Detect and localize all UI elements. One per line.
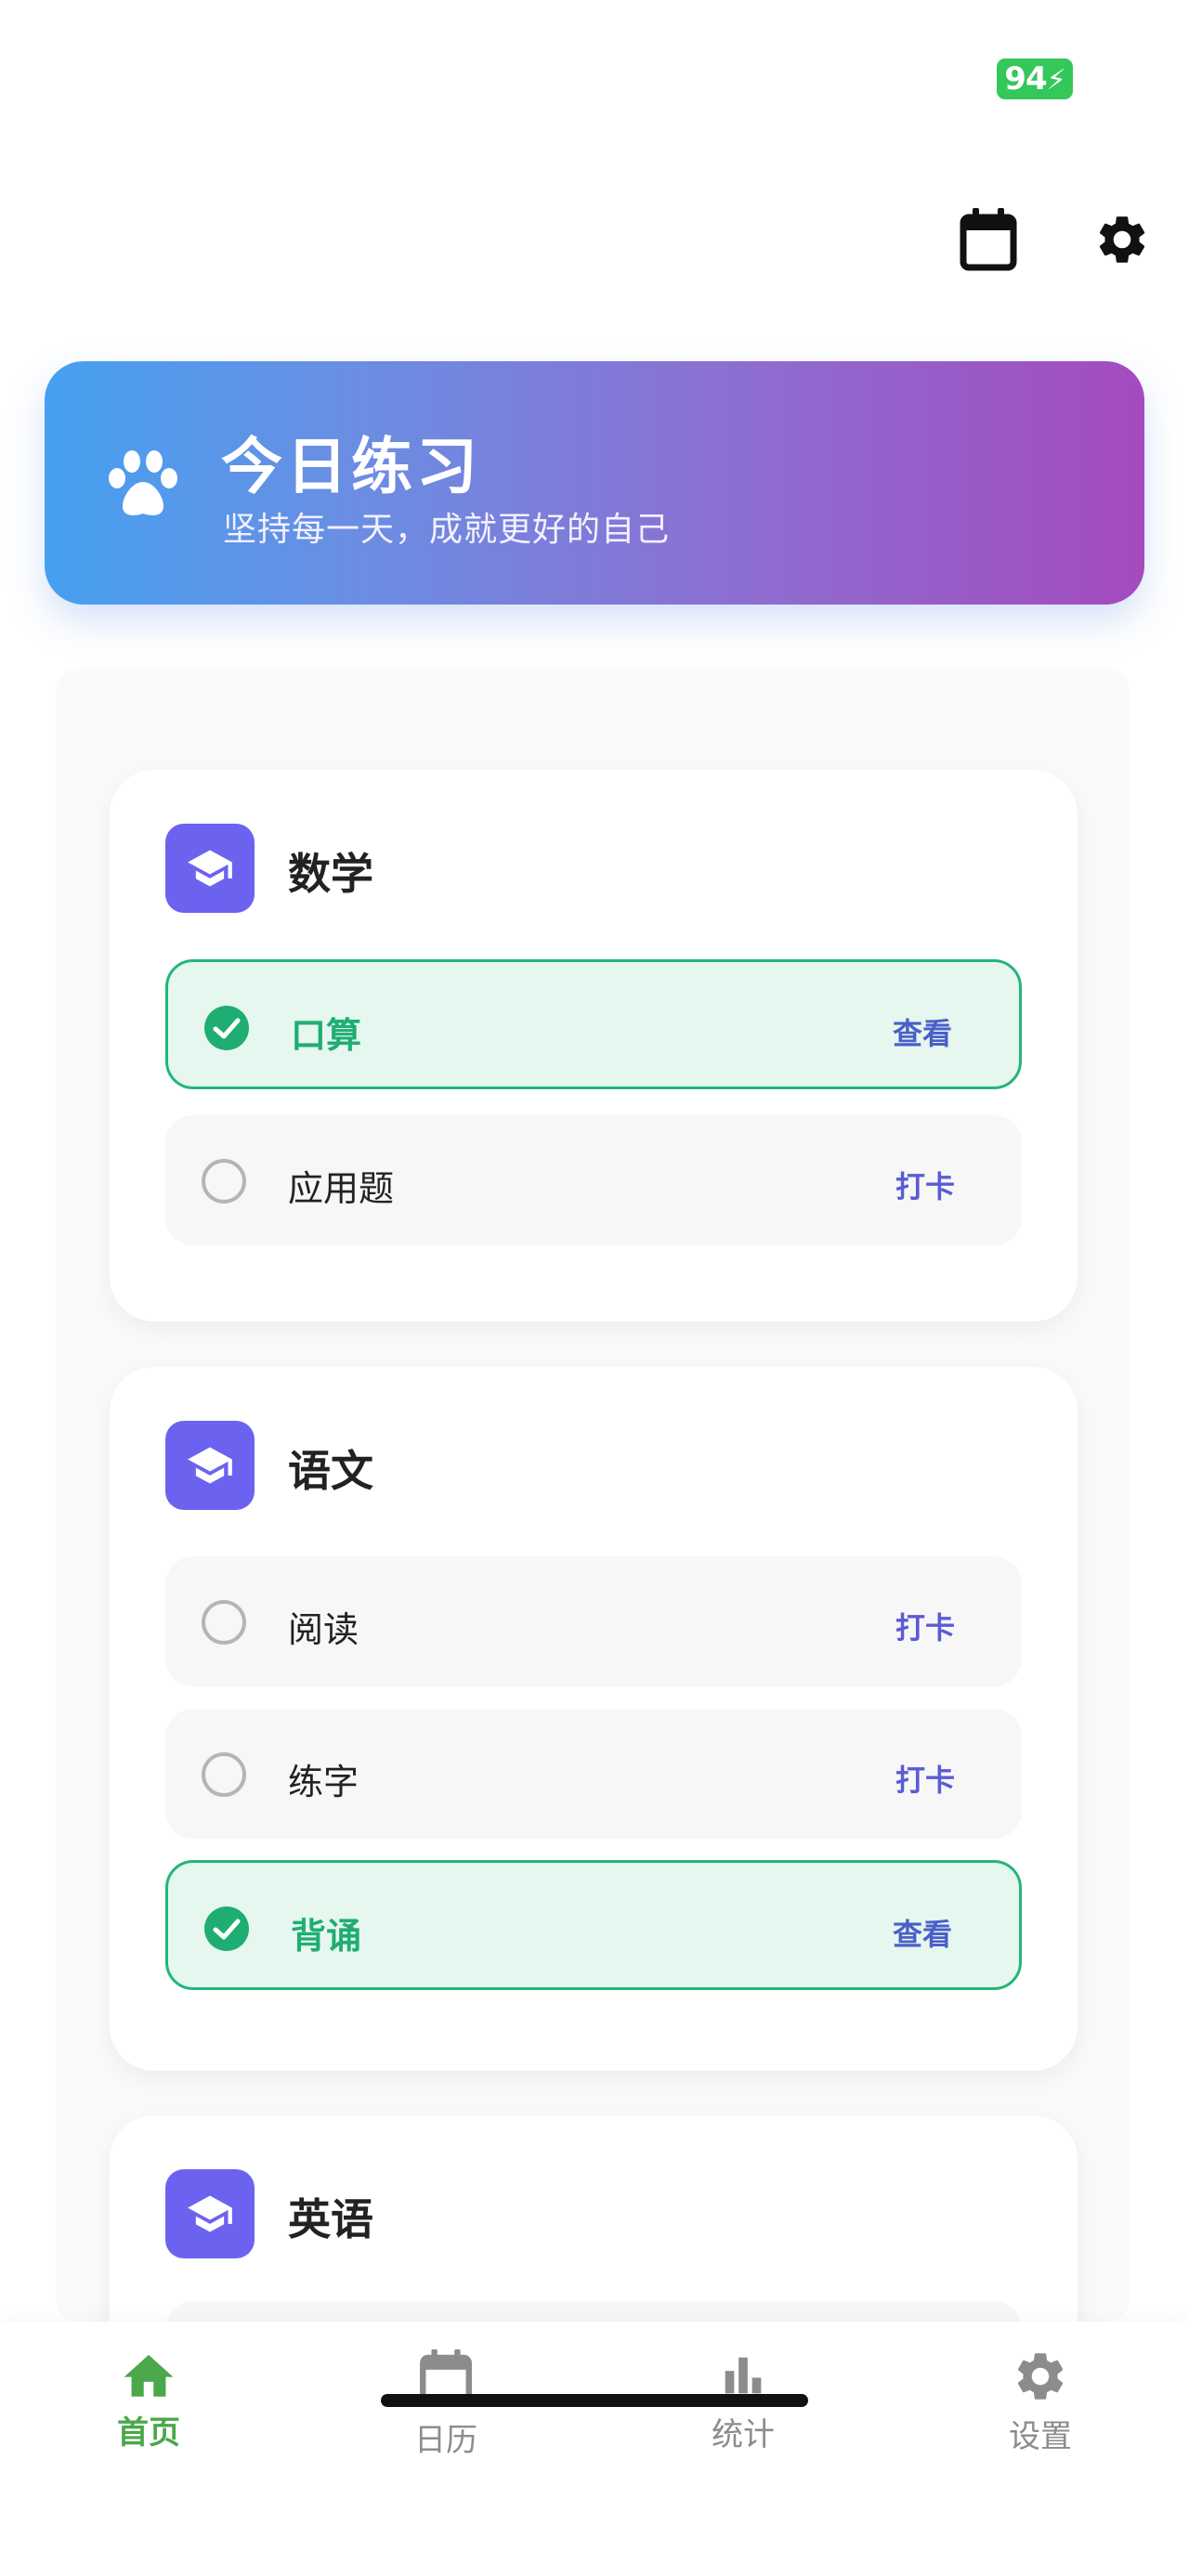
home-indicator[interactable] xyxy=(381,2394,808,2407)
nav-stats[interactable]: 统计 xyxy=(669,2348,817,2468)
calendar-button[interactable] xyxy=(955,206,1022,273)
nav-label: 统计 xyxy=(712,2416,775,2453)
bottom-nav: 首页 日历 统计 设置 xyxy=(0,2322,1189,2576)
nav-settings[interactable]: 设置 xyxy=(966,2348,1115,2468)
checkin-button[interactable]: 打卡 xyxy=(895,1164,955,1206)
task-name: 练字 xyxy=(288,1762,359,1802)
nav-home[interactable]: 首页 xyxy=(74,2348,223,2468)
battery-indicator: 94⚡ xyxy=(997,59,1073,99)
graduation-cap-icon xyxy=(188,850,232,887)
empty-circle-icon xyxy=(202,1159,246,1203)
check-circle-icon xyxy=(204,1006,249,1050)
subject-icon xyxy=(165,824,255,913)
task-name: 口算 xyxy=(291,1015,362,1056)
view-button[interactable]: 查看 xyxy=(893,1010,952,1053)
hero-subtitle: 坚持每一天，成就更好的自己 xyxy=(223,511,671,549)
nav-label: 日历 xyxy=(414,2422,477,2459)
gear-icon xyxy=(1099,216,1145,263)
task-name: 阅读 xyxy=(288,1609,359,1650)
home-icon xyxy=(124,2354,174,2397)
task-item[interactable]: 应用题 打卡 xyxy=(165,1115,1022,1245)
graduation-cap-icon xyxy=(188,2195,232,2232)
view-button[interactable]: 查看 xyxy=(893,1911,952,1954)
task-item[interactable]: 练字 打卡 xyxy=(165,1709,1022,1839)
check-circle-icon xyxy=(204,1906,249,1951)
battery-level: 94 xyxy=(1004,60,1047,98)
subject-title: 英语 xyxy=(288,2194,373,2244)
task-name: 背诵 xyxy=(291,1916,362,1957)
calendar-icon xyxy=(960,208,1017,271)
gear-icon xyxy=(1017,2353,1064,2400)
checkin-button[interactable]: 打卡 xyxy=(895,1757,955,1800)
subject-icon xyxy=(165,2169,255,2258)
settings-button[interactable] xyxy=(1089,206,1156,273)
checkin-button[interactable]: 打卡 xyxy=(895,1605,955,1647)
subject-title: 数学 xyxy=(288,849,373,899)
hero-title: 今日练习 xyxy=(221,431,481,502)
paw-icon xyxy=(109,450,177,515)
empty-circle-icon xyxy=(202,1752,246,1797)
task-name: 应用题 xyxy=(288,1168,395,1209)
subject-title: 语文 xyxy=(288,1446,373,1496)
task-item[interactable]: 背诵 查看 xyxy=(165,1860,1022,1990)
subject-card-chinese: 语文 阅读 打卡 练字 打卡 背诵 查看 xyxy=(110,1367,1078,2071)
graduation-cap-icon xyxy=(188,1447,232,1484)
nav-label: 首页 xyxy=(117,2414,180,2452)
hero-banner: 今日练习 坚持每一天，成就更好的自己 xyxy=(45,361,1144,605)
empty-circle-icon xyxy=(202,1600,246,1645)
app-screen: 94⚡ 今日练习 坚持每一天，成就更好的自己 数学 口算 查看 应用题 打卡 语… xyxy=(0,0,1189,2576)
subject-card-math: 数学 口算 查看 应用题 打卡 xyxy=(110,770,1078,1321)
task-item[interactable]: 阅读 打卡 xyxy=(165,1556,1022,1686)
nav-label: 设置 xyxy=(1009,2418,1072,2455)
task-item[interactable]: 口算 查看 xyxy=(165,959,1022,1089)
subject-icon xyxy=(165,1421,255,1510)
nav-calendar[interactable]: 日历 xyxy=(372,2348,520,2468)
